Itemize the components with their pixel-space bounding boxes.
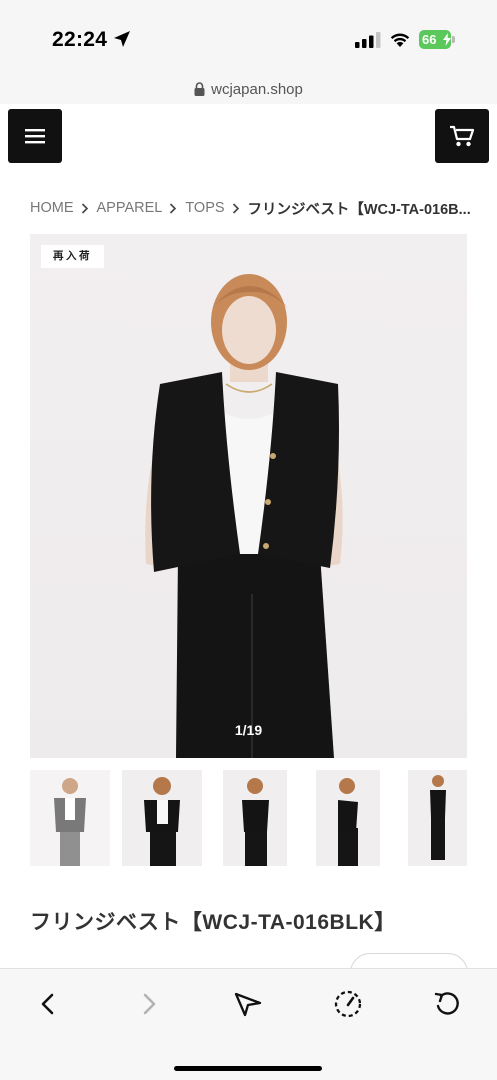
thumbnail[interactable] (30, 770, 110, 866)
share-icon (234, 992, 262, 1017)
breadcrumb-apparel[interactable]: APPAREL (97, 200, 163, 216)
url-text: wcjapan.shop (211, 80, 303, 98)
product-main-image[interactable]: 再入荷 1/19 (30, 234, 467, 758)
thumbnail[interactable] (316, 770, 380, 866)
status-bar: 22:24 66 (0, 0, 497, 74)
thumbnail[interactable] (122, 770, 202, 866)
charging-bolt-icon (443, 33, 451, 46)
share-button[interactable] (226, 982, 270, 1026)
thumbnail[interactable] (223, 770, 287, 866)
signal-icon (355, 32, 381, 48)
chevron-right-icon (81, 202, 88, 214)
thumbnail[interactable] (408, 770, 467, 866)
restock-badge: 再入荷 (41, 245, 104, 268)
breadcrumb: HOME APPAREL TOPS フリンジベスト【WCJ-TA-016B... (30, 198, 475, 218)
speed-icon (334, 990, 362, 1018)
home-indicator (174, 1066, 322, 1071)
reload-button[interactable] (425, 982, 469, 1026)
site-header (0, 104, 497, 168)
location-arrow-icon (114, 31, 130, 47)
forward-icon (143, 993, 156, 1015)
address-bar[interactable]: wcjapan.shop (0, 74, 497, 104)
hamburger-menu-icon (25, 129, 45, 144)
reload-icon (434, 992, 459, 1015)
breadcrumb-current: フリンジベスト【WCJ-TA-016B... (247, 201, 471, 218)
cart-icon (450, 125, 475, 147)
breadcrumb-home[interactable]: HOME (30, 200, 74, 216)
status-time: 22:24 (52, 28, 108, 51)
speed-button[interactable] (326, 982, 370, 1026)
chevron-right-icon (170, 202, 177, 214)
image-counter: 1/19 (234, 722, 263, 738)
thumbnail-strip (30, 770, 467, 866)
battery-cap (452, 36, 455, 43)
menu-button[interactable] (8, 109, 62, 163)
back-icon (41, 993, 54, 1015)
browser-toolbar (0, 968, 497, 1080)
forward-button[interactable] (127, 982, 171, 1026)
product-title: フリンジベスト【WCJ-TA-016BLK】 (30, 911, 396, 934)
back-button[interactable] (26, 982, 70, 1026)
chevron-right-icon (232, 202, 239, 214)
wifi-icon (390, 33, 410, 47)
battery-icon: 66 (419, 30, 455, 49)
lock-icon (194, 82, 205, 96)
breadcrumb-tops[interactable]: TOPS (185, 200, 224, 216)
model-photo (145, 274, 343, 758)
cart-button[interactable] (435, 109, 489, 163)
